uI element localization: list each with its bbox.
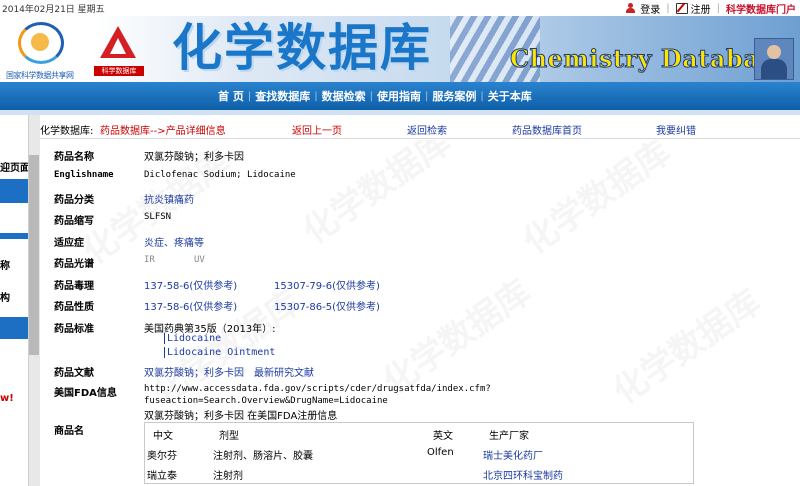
property-label: 药品性质 — [54, 302, 94, 313]
top-bar-links: 登录 | 注册 | 科学数据库门户 — [625, 1, 796, 16]
sidebar-block[interactable] — [0, 179, 28, 203]
standard-link-2[interactable]: Lidocaine Ointment — [164, 347, 275, 358]
standard-label: 药品标准 — [54, 324, 94, 335]
table-cell: Olfen — [427, 447, 454, 458]
top-bar: 2014年02月21日 星期五 登录 | 注册 | 科学数据库门户 — [0, 0, 800, 16]
indication-label: 适应症 — [54, 238, 84, 249]
breadcrumb: 化学数据库: 药品数据库-->产品详细信息 返回上一页 返回检索 药品数据库首页… — [40, 120, 800, 137]
sidebar-item-structure[interactable]: 构 — [0, 289, 28, 304]
breadcrumb-home: 化学数据库: — [40, 126, 94, 137]
table-header: 中文 — [153, 431, 173, 442]
login-link[interactable]: 登录 — [625, 1, 660, 16]
fda-label: 美国FDA信息 — [54, 388, 117, 399]
breadcrumb-divider — [40, 138, 800, 139]
literature-link-1[interactable]: 双氯芬酸钠；利多卡因 — [144, 364, 244, 379]
date-text: 2014年02月21日 星期五 — [2, 5, 105, 15]
standard-link-1[interactable]: Lidocaine — [164, 333, 221, 344]
login-label: 登录 — [640, 5, 661, 16]
toxicity-link-2[interactable]: 15307-79-6(仅供参考) — [274, 277, 380, 292]
abbr-value: SLFSN — [144, 212, 172, 222]
table-header: 剂型 — [219, 431, 239, 442]
table-cell: 瑞立泰 — [147, 471, 177, 482]
toxicity-label: 药品毒理 — [54, 281, 94, 292]
trade-label: 商品名 — [54, 426, 84, 437]
property-link-2[interactable]: 15307-86-5(仅供参考) — [274, 298, 380, 313]
sdb-logo[interactable]: 国家科学数据共享网 — [6, 20, 88, 80]
table-cell: 奥尔芬 — [147, 451, 177, 462]
banner-photo — [754, 38, 794, 80]
site-title: 化学数据库 — [172, 18, 432, 77]
back-search-link[interactable]: 返回检索 — [407, 122, 447, 137]
table-header: 英文 — [433, 431, 453, 442]
toxicity-link-1[interactable]: 137-58-6(仅供参考) — [144, 277, 237, 292]
register-link[interactable]: 注册 — [675, 1, 711, 16]
nav-about[interactable]: 关于本库 — [488, 88, 532, 104]
sidebar-block — [0, 233, 28, 239]
indication-link[interactable]: 炎症、疼痛等 — [144, 234, 204, 249]
divider: | — [716, 3, 720, 14]
table-cell-link[interactable]: 北京四环科宝制药 — [483, 467, 563, 482]
register-label: 注册 — [690, 5, 711, 16]
site-english-title: Chemistry Database — [510, 44, 790, 74]
property-link-1[interactable]: 137-58-6(仅供参考) — [144, 298, 237, 313]
fda-url-line-2[interactable]: fuseaction=Search.Overview&DrugName=Lido… — [144, 396, 388, 406]
spectrum-label: 药品光谱 — [54, 259, 94, 270]
sidebar-item-welcome[interactable]: 迎页面 — [0, 159, 28, 174]
sdb-logo-icon — [18, 22, 64, 64]
user-icon — [625, 3, 637, 14]
fda-url-line-1[interactable]: http://www.accessdata.fda.gov/scripts/cd… — [144, 384, 491, 394]
spectrum-uv: UV — [194, 255, 205, 265]
literature-label: 药品文献 — [54, 368, 94, 379]
table-header-row: 中文 剂型 英文 生产厂家 — [145, 423, 693, 443]
literature-link-2[interactable]: 最新研究文献 — [254, 364, 314, 379]
english-value: Diclofenac Sodium; Lidocaine — [144, 170, 296, 180]
breadcrumb-path[interactable]: 药品数据库-->产品详细信息 — [100, 122, 226, 137]
english-label: Englishname — [54, 170, 114, 180]
sidebar-item-name[interactable]: 称 — [0, 257, 28, 272]
db-home-link[interactable]: 药品数据库首页 — [512, 122, 582, 137]
table-cell: 注射剂、肠溶片、胶囊 — [213, 451, 313, 462]
table-cell-link[interactable]: 瑞士美化药厂 — [483, 447, 543, 462]
nav-underline — [0, 110, 800, 115]
table-cell: 注射剂 — [213, 471, 243, 482]
nav-home[interactable]: 首 页 — [218, 88, 244, 104]
table-header: 生产厂家 — [489, 431, 529, 442]
nav-guide[interactable]: 使用指南 — [377, 88, 421, 104]
table-row: 奥尔芬 注射剂、肠溶片、胶囊 Olfen 瑞士美化药厂 — [145, 443, 693, 463]
cas-logo-caption: 科学数据库 — [94, 66, 144, 76]
site-banner: 国家科学数据共享网 科学数据库 化学数据库 Chemistry Database — [0, 16, 800, 82]
spectrum-ir: IR — [144, 255, 155, 265]
nav-find-db[interactable]: 查找数据库 — [255, 88, 310, 104]
table-row: 瑞立泰 注射剂 北京四环科宝制药 — [145, 463, 693, 483]
category-link[interactable]: 抗炎镇痛药 — [144, 191, 194, 206]
divider: | — [666, 3, 670, 14]
left-panel: 迎页面 称 构 w! — [0, 115, 40, 486]
fda-note: 双氯芬酸钠；利多卡因 在美国FDA注册信息 — [144, 411, 338, 422]
nav-cases[interactable]: 服务案例 — [432, 88, 476, 104]
abbr-label: 药品缩写 — [54, 216, 94, 227]
panel-scrollbar-thumb[interactable] — [29, 155, 39, 355]
sdb-logo-caption: 国家科学数据共享网 — [6, 71, 74, 80]
category-label: 药品分类 — [54, 195, 94, 206]
main-nav: 首 页 | 查找数据库 | 数据检索 | 使用指南 | 服务案例 | 关于本库 — [0, 82, 800, 110]
sidebar-block[interactable] — [0, 317, 28, 339]
edit-icon — [675, 3, 688, 14]
trade-table: 中文 剂型 英文 生产厂家 奥尔芬 注射剂、肠溶片、胶囊 Olfen 瑞士美化药… — [144, 422, 694, 484]
cas-logo[interactable]: 科学数据库 — [94, 26, 144, 80]
name-value: 双氯芬酸钠；利多卡因 — [144, 152, 244, 163]
portal-link[interactable]: 科学数据库门户 — [726, 1, 796, 16]
nav-search[interactable]: 数据检索 — [322, 88, 366, 104]
back-link[interactable]: 返回上一页 — [292, 122, 342, 137]
sidebar-item-new[interactable]: w! — [0, 393, 28, 404]
report-error-link[interactable]: 我要纠错 — [656, 122, 696, 137]
name-label: 药品名称 — [54, 152, 94, 163]
